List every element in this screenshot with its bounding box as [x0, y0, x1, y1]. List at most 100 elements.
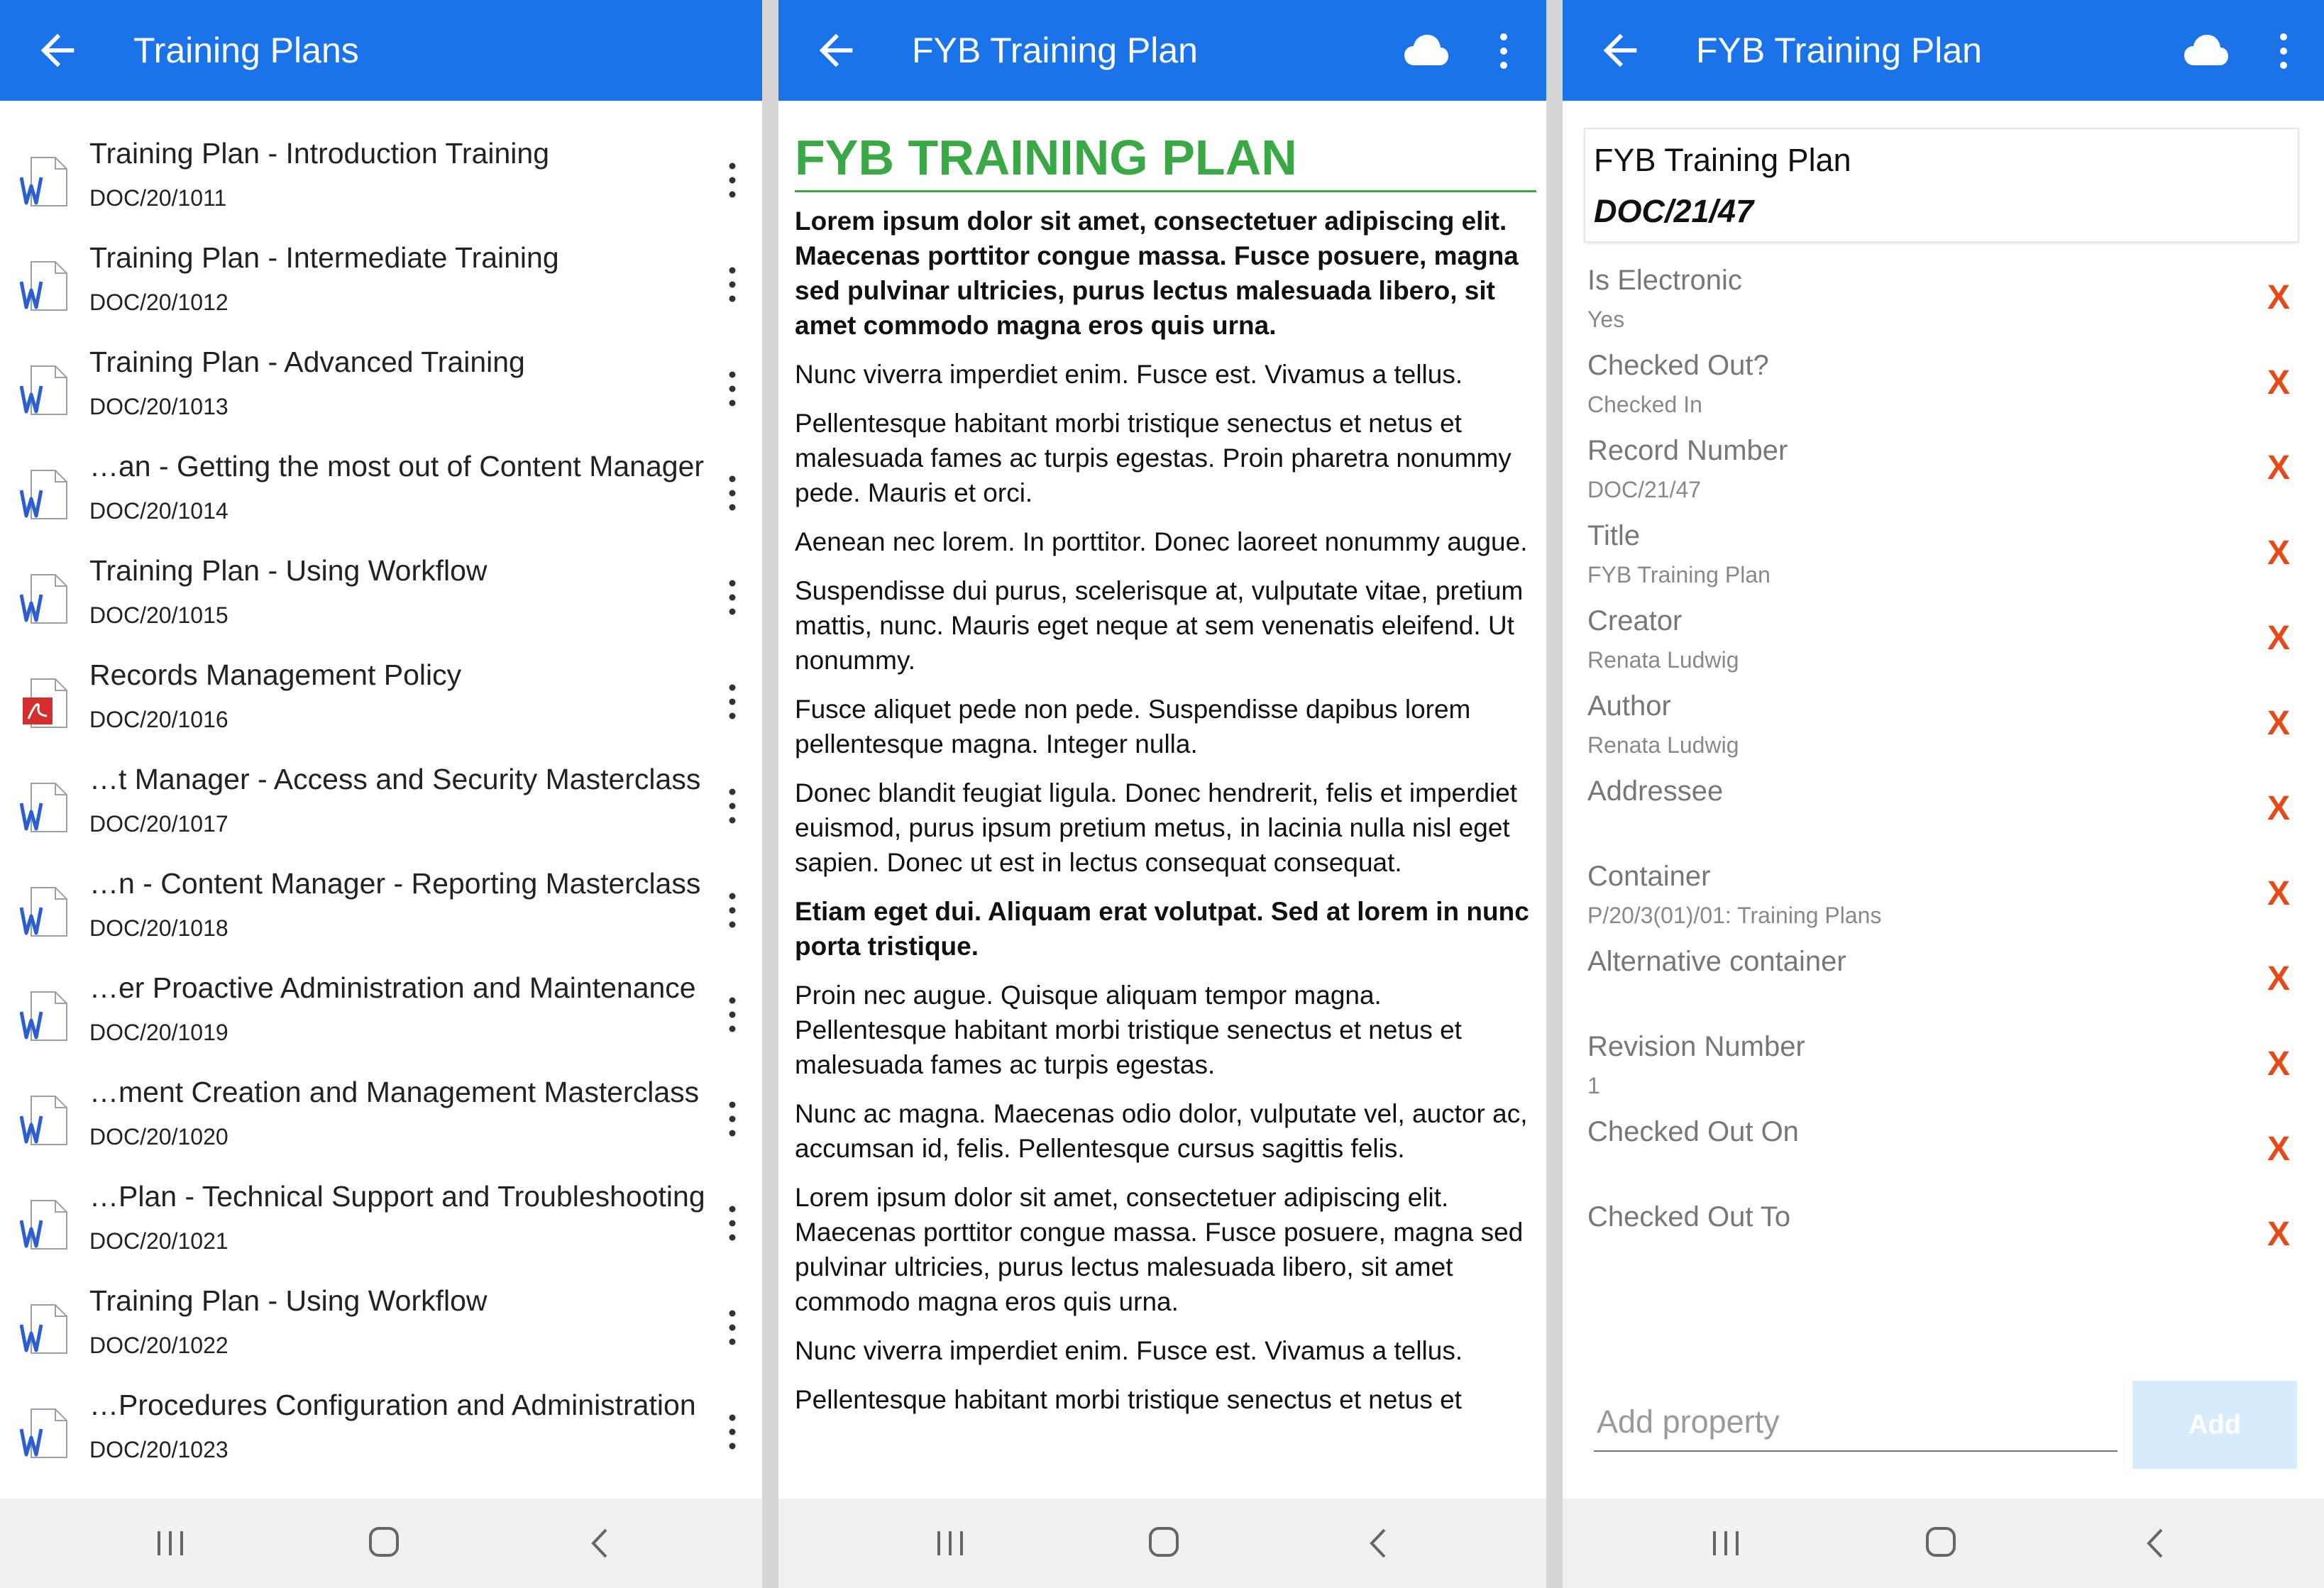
- back-arrow-icon[interactable]: [811, 26, 861, 75]
- property-row: Creator Renata Ludwig X: [1563, 603, 2324, 688]
- list-item[interactable]: Training Plan - Intermediate Training DOC…: [0, 232, 762, 336]
- property-value: FYB Training Plan: [1587, 562, 1770, 588]
- property-value: 1: [1587, 1073, 1600, 1098]
- property-label: Title: [1587, 520, 1641, 551]
- home-icon[interactable]: [1924, 1526, 1957, 1558]
- more-vert-icon[interactable]: [717, 1306, 748, 1349]
- property-value: DOC/21/47: [1587, 477, 1702, 502]
- remove-property-button[interactable]: X: [2267, 534, 2290, 573]
- property-value: P/20/3(01)/01: Training Plans: [1587, 903, 1882, 928]
- remove-property-button[interactable]: X: [2267, 1215, 2290, 1255]
- more-vert-icon[interactable]: [717, 1202, 748, 1245]
- list-item[interactable]: Records Management Policy DOC/20/1016: [0, 649, 762, 754]
- list-item[interactable]: …n - Content Manager - Reporting Masterc…: [0, 858, 762, 962]
- item-number: DOC/20/1019: [89, 1020, 228, 1045]
- property-row: Checked Out To X: [1563, 1199, 2324, 1284]
- list-item[interactable]: Training Plan - Using Workflow DOC/20/102…: [0, 1275, 762, 1379]
- document-paragraph: Nunc viverra imperdiet enim. Fusce est. …: [795, 360, 1463, 389]
- nav-back-icon[interactable]: [589, 1527, 610, 1560]
- recent-apps-icon[interactable]: [156, 1527, 185, 1560]
- list-item[interactable]: Training Plan - Using Workflow DOC/20/101…: [0, 545, 762, 649]
- document-paragraph: Lorem ipsum dolor sit amet, consectetuer…: [795, 206, 1519, 340]
- more-vert-icon[interactable]: [717, 889, 748, 932]
- property-value: Renata Ludwig: [1587, 647, 1739, 673]
- page-title: FYB Training Plan: [912, 31, 1198, 70]
- app-bar: Training Plans: [0, 0, 762, 101]
- remove-property-button[interactable]: X: [2267, 789, 2290, 829]
- item-number: DOC/20/1013: [89, 394, 228, 419]
- more-vert-icon[interactable]: [717, 159, 748, 202]
- more-vert-icon[interactable]: [1495, 30, 1512, 72]
- nav-back-icon[interactable]: [2144, 1527, 2166, 1560]
- more-vert-icon[interactable]: [717, 472, 748, 514]
- home-icon[interactable]: [1147, 1526, 1180, 1558]
- list-item[interactable]: …er Proactive Administration and Mainten…: [0, 962, 762, 1066]
- item-title: …n - Content Manager - Reporting Masterc…: [89, 867, 701, 900]
- property-label: Is Electronic: [1587, 265, 1742, 296]
- nav-back-icon[interactable]: [1367, 1527, 1389, 1560]
- more-vert-icon[interactable]: [717, 1098, 748, 1140]
- property-row: Is Electronic Yes X: [1563, 263, 2324, 348]
- remove-property-button[interactable]: X: [2267, 959, 2290, 999]
- more-vert-icon[interactable]: [717, 368, 748, 410]
- word-icon: [19, 1199, 70, 1250]
- list-item[interactable]: …an - Getting the most out of Content Ma…: [0, 441, 762, 545]
- more-vert-icon[interactable]: [717, 680, 748, 723]
- remove-property-button[interactable]: X: [2267, 619, 2290, 658]
- document-paragraph: Proin nec augue. Quisque aliquam tempor …: [795, 981, 1462, 1079]
- list-item[interactable]: …Plan - Technical Support and Troublesho…: [0, 1171, 762, 1275]
- recent-apps-icon[interactable]: [1712, 1527, 1740, 1560]
- remove-property-button[interactable]: X: [2267, 704, 2290, 744]
- more-vert-icon[interactable]: [717, 993, 748, 1036]
- remove-property-button[interactable]: X: [2267, 363, 2290, 403]
- property-label: Record Number: [1587, 435, 1788, 466]
- document-paragraph: Donec blandit feugiat ligula. Donec hend…: [795, 778, 1518, 877]
- page-title: Training Plans: [133, 31, 359, 70]
- record-properties-screen: FYB Training Plan FYB Training Plan DOC/…: [1563, 0, 2324, 1588]
- word-icon: [19, 886, 70, 937]
- more-vert-icon[interactable]: [717, 785, 748, 827]
- list-item[interactable]: …t Manager - Access and Security Masterc…: [0, 754, 762, 858]
- cloud-icon[interactable]: [1403, 31, 1450, 68]
- recent-apps-icon[interactable]: [936, 1527, 964, 1560]
- document-paragraph: Etiam eget dui. Aliquam erat volutpat. S…: [795, 897, 1529, 961]
- record-header-card: FYB Training Plan DOC/21/47: [1584, 128, 2299, 243]
- more-vert-icon[interactable]: [717, 576, 748, 619]
- remove-property-button[interactable]: X: [2267, 278, 2290, 318]
- add-property-button[interactable]: Add: [2132, 1381, 2297, 1469]
- remove-property-button[interactable]: X: [2267, 1044, 2290, 1084]
- item-number: DOC/20/1012: [89, 290, 228, 315]
- more-vert-icon[interactable]: [717, 1411, 748, 1453]
- word-icon: [19, 469, 70, 520]
- back-arrow-icon[interactable]: [33, 26, 82, 75]
- property-row: Title FYB Training Plan X: [1563, 518, 2324, 603]
- list-item[interactable]: Training Plan - Introduction Training DOC…: [0, 128, 762, 232]
- item-title: Records Management Policy: [89, 658, 462, 691]
- property-label: Author: [1587, 690, 1671, 722]
- property-row: Checked Out On X: [1563, 1114, 2324, 1199]
- cloud-icon[interactable]: [2183, 31, 2230, 68]
- back-arrow-icon[interactable]: [1595, 26, 1645, 75]
- document-paragraphs: Lorem ipsum dolor sit amet, consectetuer…: [795, 204, 1536, 1417]
- document-paragraph: Suspendisse dui purus, scelerisque at, v…: [795, 576, 1524, 675]
- add-property-input[interactable]: [1594, 1394, 2118, 1452]
- property-value: Renata Ludwig: [1587, 732, 1739, 758]
- property-row: Alternative container X: [1563, 944, 2324, 1029]
- property-label: Checked Out?: [1587, 350, 1769, 381]
- more-vert-icon[interactable]: [2275, 30, 2292, 72]
- word-icon: [19, 573, 70, 624]
- list-item[interactable]: …Procedures Configuration and Administra…: [0, 1379, 762, 1484]
- remove-property-button[interactable]: X: [2267, 448, 2290, 488]
- item-title: Training Plan - Intermediate Training: [89, 241, 559, 274]
- item-number: DOC/20/1016: [89, 707, 228, 732]
- remove-property-button[interactable]: X: [2267, 1130, 2290, 1169]
- property-row: Addressee X: [1563, 773, 2324, 859]
- list-item[interactable]: …ment Creation and Management Masterclas…: [0, 1066, 762, 1171]
- list-item[interactable]: Training Plan - Advanced Training DOC/20/…: [0, 336, 762, 441]
- more-vert-icon[interactable]: [717, 263, 748, 306]
- remove-property-button[interactable]: X: [2267, 874, 2290, 914]
- document-paragraph: Nunc ac magna. Maecenas odio dolor, vulp…: [795, 1099, 1528, 1163]
- home-icon[interactable]: [368, 1526, 400, 1558]
- property-label: Alternative container: [1587, 946, 1846, 977]
- property-row: Author Renata Ludwig X: [1563, 688, 2324, 773]
